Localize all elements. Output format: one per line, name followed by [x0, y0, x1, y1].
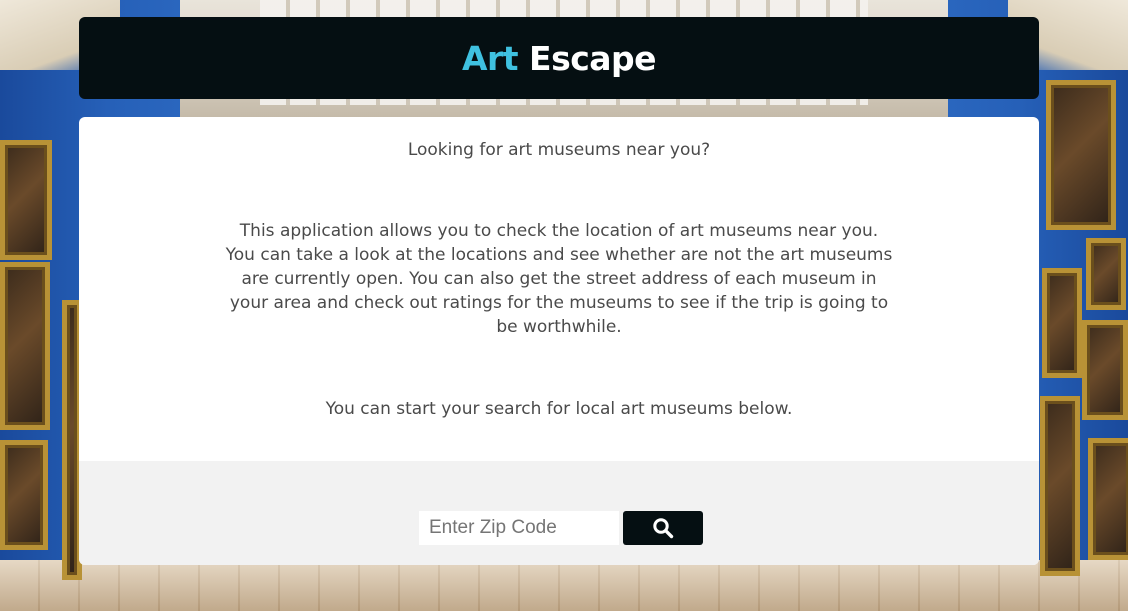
site-title-accent: Art: [461, 38, 519, 78]
search-prompt: You can start your search for local art …: [325, 399, 793, 419]
painting-frame: [0, 440, 48, 550]
painting-frame: [1042, 268, 1082, 378]
painting-frame: [0, 262, 50, 430]
painting-frame: [1082, 320, 1128, 420]
search-button[interactable]: [623, 511, 703, 545]
site-title[interactable]: Art Escape: [461, 38, 657, 78]
painting-frame: [1046, 80, 1116, 230]
site-title-main: Escape: [529, 38, 657, 78]
intro-content: Looking for art museums near you? This a…: [79, 117, 1039, 461]
search-bar: [79, 461, 1039, 565]
intro-card: Looking for art museums near you? This a…: [79, 117, 1039, 565]
search-icon: [653, 518, 674, 539]
site-header: Art Escape: [79, 17, 1039, 99]
intro-question: Looking for art museums near you?: [407, 140, 711, 160]
painting-frame: [0, 140, 52, 260]
painting-frame: [1088, 438, 1128, 560]
intro-description: This application allows you to check the…: [225, 221, 893, 337]
zip-code-input[interactable]: [419, 511, 619, 545]
painting-frame: [1040, 396, 1080, 576]
painting-frame: [1086, 238, 1126, 310]
floor-shade: [0, 560, 1128, 611]
